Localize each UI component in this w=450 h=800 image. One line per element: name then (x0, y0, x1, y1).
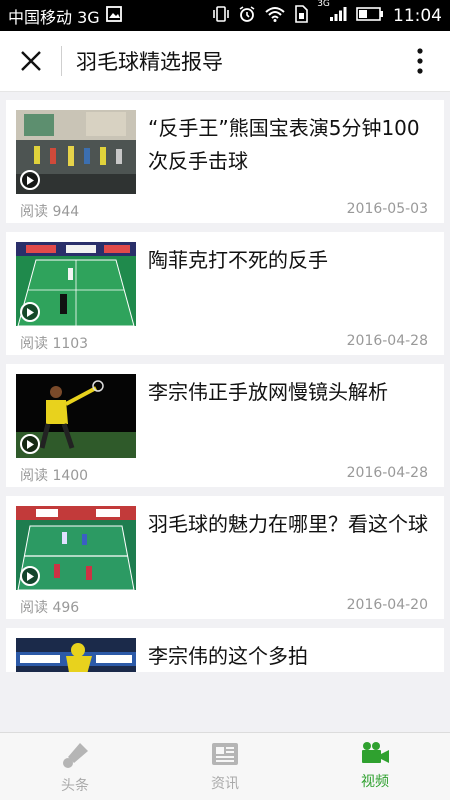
tab-label: 视频 (361, 774, 389, 790)
publish-date: 2016-05-03 (346, 201, 428, 217)
clock: 11:04 (393, 5, 442, 26)
video-thumbnail[interactable] (16, 374, 136, 458)
play-icon (27, 439, 34, 449)
more-button[interactable] (390, 31, 450, 92)
article-title: 李宗伟正手放网慢镜头解析 (148, 380, 388, 404)
article-list[interactable]: “反手王”熊国宝表演5分钟100次反手击球 阅读 944 2016-05-03 … (0, 100, 450, 672)
tab-news[interactable]: 资讯 (150, 733, 300, 800)
play-button[interactable] (20, 170, 40, 190)
video-thumbnail[interactable] (16, 242, 136, 326)
sim-icon (294, 4, 309, 27)
article-title: 陶菲克打不死的反手 (148, 248, 328, 272)
shuttlecock-icon (63, 743, 88, 768)
newspaper-icon (212, 743, 238, 765)
article-title: 李宗伟的这个多拍 (148, 644, 308, 668)
thumbnail-image (16, 638, 136, 672)
article-card[interactable]: “反手王”熊国宝表演5分钟100次反手击球 阅读 944 2016-05-03 (6, 100, 444, 223)
publish-date: 2016-04-28 (346, 465, 428, 481)
article-card[interactable]: 羽毛球的魅力在哪里？看这个球 阅读 496 2016-04-20 (6, 496, 444, 619)
gallery-notification-icon (105, 5, 122, 26)
video-thumbnail[interactable] (16, 506, 136, 590)
play-icon (27, 571, 34, 581)
tab-videos[interactable]: 视频 (300, 733, 450, 800)
app-header: 羽毛球精选报导 (0, 31, 450, 92)
more-vertical-icon (417, 48, 423, 74)
play-button[interactable] (20, 566, 40, 586)
video-thumbnail[interactable] (16, 110, 136, 194)
read-count: 阅读 1103 (20, 336, 89, 352)
signal-icon: 3G (317, 0, 347, 26)
wifi-icon (265, 6, 285, 26)
battery-icon (356, 6, 384, 25)
publish-date: 2016-04-28 (346, 333, 428, 349)
play-button[interactable] (20, 434, 40, 454)
article-card[interactable]: 陶菲克打不死的反手 阅读 1103 2016-04-28 (6, 232, 444, 355)
carrier-label: 中国移动 3G (8, 7, 100, 27)
tab-headlines[interactable]: 头条 (0, 733, 150, 800)
tab-label: 头条 (61, 778, 89, 794)
close-icon (20, 51, 41, 71)
article-title: 羽毛球的魅力在哪里？看这个球 (148, 512, 428, 536)
article-card[interactable]: 李宗伟的这个多拍 (6, 628, 444, 672)
play-icon (27, 175, 34, 185)
vibrate-icon (213, 5, 230, 27)
video-camera-icon (362, 742, 389, 763)
video-thumbnail[interactable] (16, 638, 136, 672)
tab-label: 资讯 (211, 776, 239, 792)
alarm-icon (238, 5, 256, 27)
page-title: 羽毛球精选报导 (76, 50, 223, 74)
article-title: “反手王”熊国宝表演5分钟100次反手击球 (148, 116, 420, 173)
read-count: 阅读 944 (20, 204, 80, 220)
play-icon (27, 307, 34, 317)
header-divider (61, 46, 62, 76)
article-card[interactable]: 李宗伟正手放网慢镜头解析 阅读 1400 2016-04-28 (6, 364, 444, 487)
read-count: 阅读 1400 (20, 468, 89, 484)
bottom-tab-bar: 头条 资讯 视频 (0, 732, 450, 800)
publish-date: 2016-04-20 (346, 597, 428, 613)
read-count: 阅读 496 (20, 600, 80, 616)
status-bar: 中国移动 3G 3G 11:04 (0, 0, 450, 31)
play-button[interactable] (20, 302, 40, 322)
close-button[interactable] (0, 31, 61, 92)
